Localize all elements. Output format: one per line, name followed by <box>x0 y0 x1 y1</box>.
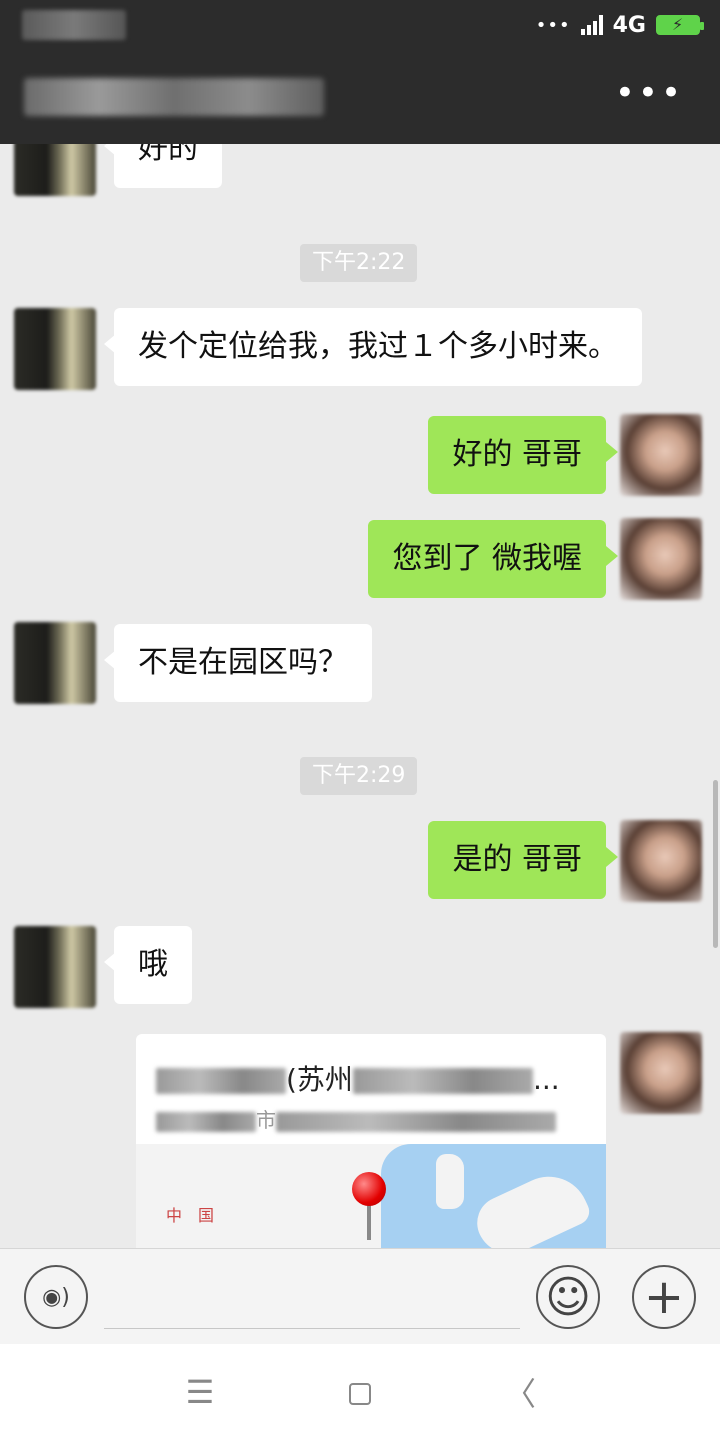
my-avatar[interactable] <box>620 1032 702 1114</box>
voice-icon[interactable]: ◉) <box>24 1265 88 1329</box>
menu-icon[interactable]: ☰ <box>175 1373 225 1411</box>
more-dots-icon[interactable]: ••• <box>615 76 684 110</box>
timestamp: 下午2:29 <box>300 757 418 795</box>
input-bar: ◉) ☺ + <box>0 1248 720 1344</box>
notification-dots-icon: ••• <box>535 14 571 36</box>
message-text: 发个定位给我，我过１个多小时来。 <box>138 329 618 364</box>
status-time-blurred <box>22 10 126 40</box>
status-icons: ••• 4G ⚡ <box>535 10 704 40</box>
map-preview[interactable]: 中国 <box>136 1144 606 1248</box>
message-received[interactable]: 哦 <box>104 926 192 1004</box>
message-text: 是的 哥哥 <box>452 842 582 877</box>
map-land <box>436 1154 464 1209</box>
message-sent[interactable]: 好的 哥哥 <box>428 416 618 494</box>
location-message[interactable]: (苏州... 市 中国 <box>136 1034 606 1248</box>
battery-charging-icon: ⚡ <box>656 15 704 35</box>
my-avatar[interactable] <box>620 820 702 902</box>
timestamp: 下午2:22 <box>300 244 418 282</box>
chat-area[interactable]: 好的 下午2:22 发个定位给我，我过１个多小时来。 好的 哥哥 您到了 微我喔… <box>0 144 720 1248</box>
message-text: 好的 哥哥 <box>452 437 582 472</box>
my-avatar[interactable] <box>620 414 702 496</box>
message-text: 哦 <box>138 947 168 982</box>
location-address: 市 <box>156 1104 556 1133</box>
signal-icon <box>580 15 603 35</box>
location-address-text: 市 <box>256 1108 276 1132</box>
my-avatar[interactable] <box>620 518 702 600</box>
plus-icon[interactable]: + <box>632 1265 696 1329</box>
location-title-ellipsis: ... <box>532 1063 560 1096</box>
message-received[interactable]: 不是在园区吗？ <box>104 624 372 702</box>
system-nav-bar: ☰ 〈 <box>0 1344 720 1440</box>
message-input[interactable] <box>104 1273 520 1329</box>
home-icon[interactable] <box>335 1373 385 1411</box>
message-sent[interactable]: 是的 哥哥 <box>428 821 618 899</box>
message-received[interactable]: 发个定位给我，我过１个多小时来。 <box>104 308 642 386</box>
blurred-text <box>352 1068 533 1094</box>
scrollbar[interactable] <box>713 780 718 948</box>
friend-avatar[interactable] <box>14 144 96 196</box>
blurred-text <box>156 1068 286 1094</box>
blurred-text <box>156 1111 256 1132</box>
title-bar: ••• 4G ⚡ ••• <box>0 0 720 144</box>
friend-avatar[interactable] <box>14 308 96 390</box>
network-label: 4G <box>612 12 646 38</box>
message-text: 您到了 微我喔 <box>392 541 582 576</box>
location-title-text: (苏州 <box>286 1063 353 1096</box>
friend-avatar[interactable] <box>14 926 96 1008</box>
friend-avatar[interactable] <box>14 622 96 704</box>
message-received[interactable]: 好的 <box>104 144 222 188</box>
blurred-text <box>276 1111 556 1132</box>
message-sent[interactable]: 您到了 微我喔 <box>368 520 618 598</box>
map-pin-stick <box>367 1204 371 1240</box>
message-text: 好的 <box>138 144 198 166</box>
message-text: 不是在园区吗？ <box>138 645 348 680</box>
map-country-label: 中国 <box>166 1206 231 1225</box>
chat-title-blurred <box>24 78 324 116</box>
location-title: (苏州... <box>156 1058 560 1098</box>
back-icon[interactable]: 〈 <box>495 1369 545 1415</box>
emoji-icon[interactable]: ☺ <box>536 1265 600 1329</box>
map-pin-icon <box>352 1172 386 1206</box>
